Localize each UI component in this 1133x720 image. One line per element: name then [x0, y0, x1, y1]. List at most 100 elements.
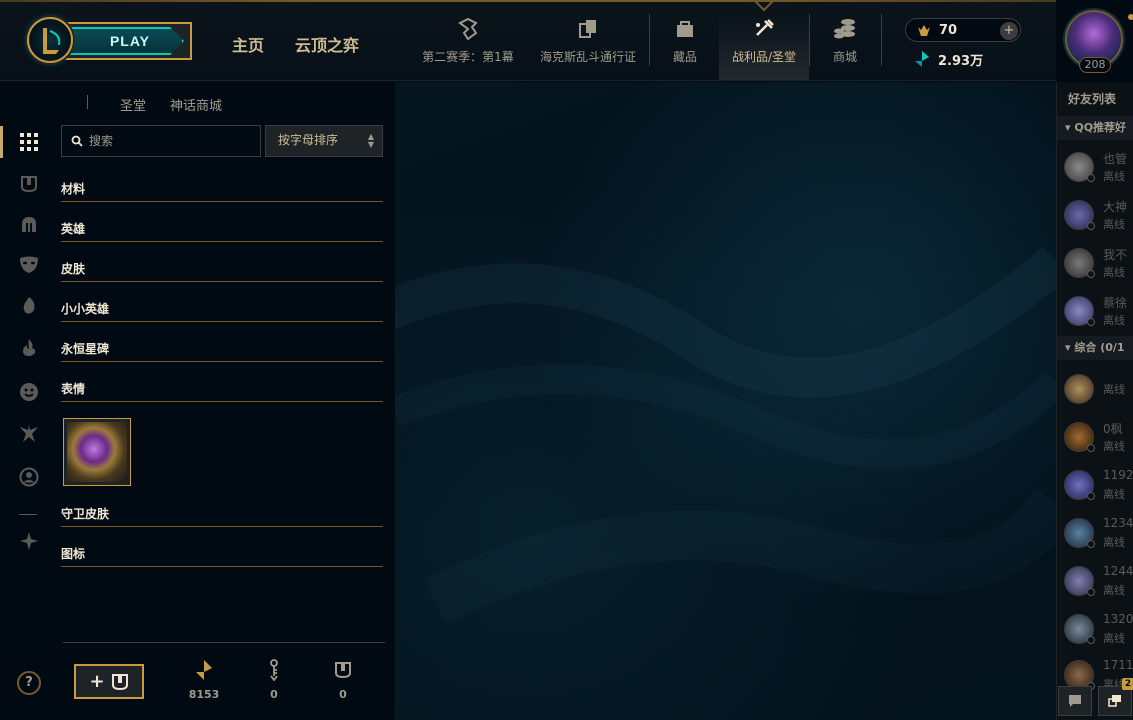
- category-label: 材料: [61, 182, 86, 196]
- offline-status-icon: [1087, 318, 1095, 326]
- tab-mythic-shop[interactable]: 神话商城: [170, 95, 222, 114]
- category-icons[interactable]: 图标: [61, 545, 383, 567]
- tab-sanctum[interactable]: 圣堂: [120, 95, 146, 114]
- rail-divider: [19, 514, 37, 515]
- friends-sidebar: 好友列表 ▾ QQ推荐好 也管 离线 大神 离线 我不 离线 蔡徐 离线 ▾ 综…: [1056, 82, 1133, 720]
- offline-status-icon: [1087, 174, 1095, 182]
- profile-avatar[interactable]: 208: [1063, 8, 1127, 74]
- friend-entry[interactable]: 1320 离线: [1064, 610, 1133, 650]
- help-button[interactable]: ?: [17, 671, 41, 695]
- friend-entry[interactable]: 1244 离线: [1064, 562, 1133, 602]
- offline-status-icon: [1087, 492, 1095, 500]
- emote-artwork: [67, 422, 127, 482]
- footer-divider: [63, 642, 385, 643]
- nav-collection[interactable]: 藏品: [660, 14, 710, 80]
- nav-event-pass[interactable]: 海克斯乱斗通行证: [537, 14, 639, 80]
- chest-icon: [323, 658, 363, 682]
- filter-wards-button[interactable]: [17, 422, 41, 446]
- chat-button[interactable]: [1058, 686, 1092, 716]
- category-emotes[interactable]: 表情: [61, 380, 383, 402]
- buy-riot-points-button[interactable]: +: [1000, 22, 1018, 40]
- riot-points-box[interactable]: 70 +: [905, 18, 1021, 42]
- smoke-swirl-decoration: [395, 246, 1056, 625]
- category-label: 表情: [61, 382, 86, 396]
- category-materials[interactable]: 材料: [61, 180, 383, 202]
- friend-group-general[interactable]: ▾ 综合 (0/1: [1057, 336, 1133, 360]
- friends-list-title: 好友列表: [1068, 92, 1117, 106]
- friend-group-qq[interactable]: ▾ QQ推荐好: [1057, 116, 1133, 140]
- tab-separator: [87, 95, 88, 109]
- filter-little-legends-button[interactable]: [17, 294, 41, 318]
- flame-icon: [23, 339, 36, 356]
- chest-icon: [111, 673, 128, 690]
- top-navigation-bar: PLAY 主页 云顶之弈 第二赛季：第1幕 海克斯乱斗通行证 藏品 战利品/圣堂: [0, 0, 1133, 81]
- nav-separator: [881, 14, 882, 66]
- active-tab-indicator-icon: [754, 0, 774, 12]
- friend-entry[interactable]: 0枫 离线: [1064, 418, 1133, 458]
- nav-season-pass-label: 第二赛季：第1幕: [422, 50, 514, 64]
- category-label: 图标: [61, 547, 86, 561]
- unread-count-badge: 2: [1122, 678, 1133, 690]
- friend-avatar: [1064, 374, 1094, 404]
- nav-home[interactable]: 主页: [232, 32, 264, 56]
- friend-status: 离线: [1103, 266, 1125, 279]
- friend-status: 离线: [1103, 218, 1125, 231]
- filter-eternals-button[interactable]: [17, 335, 41, 359]
- filter-skins-button[interactable]: [17, 253, 41, 277]
- friend-entry[interactable]: 大神 离线: [1064, 196, 1133, 236]
- background-art: [395, 82, 1056, 720]
- category-champions[interactable]: 英雄: [61, 220, 383, 242]
- filter-chests-button[interactable]: [17, 172, 41, 196]
- sort-dropdown[interactable]: 按字母排序 ▲ ▼: [265, 125, 383, 157]
- chest-icon: [21, 176, 37, 193]
- friend-entry[interactable]: 离线: [1064, 370, 1133, 410]
- loot-panel: 合成 圣堂 神话商城 按字母排序 ▲▼ 材料 英雄 皮肤 小小英雄 永恒星碑 表…: [0, 82, 395, 720]
- chest-value: 0: [339, 688, 347, 701]
- grid-icon: [20, 133, 38, 151]
- friend-entry[interactable]: 我不 离线: [1064, 244, 1133, 284]
- friend-group-label: QQ推荐好: [1074, 121, 1127, 134]
- search-field[interactable]: [61, 125, 261, 157]
- friend-status: 离线: [1103, 536, 1125, 549]
- play-button[interactable]: PLAY: [56, 22, 192, 60]
- filter-champions-button[interactable]: [17, 213, 41, 237]
- category-filter-rail: ?: [0, 82, 58, 720]
- friend-entry[interactable]: 也管 离线: [1064, 148, 1133, 188]
- key-value: 0: [270, 688, 278, 701]
- nav-store[interactable]: 商城: [820, 14, 870, 80]
- filter-misc-button[interactable]: [17, 529, 41, 553]
- friend-entry[interactable]: 1234 离线: [1064, 514, 1133, 554]
- category-label: 皮肤: [61, 262, 86, 276]
- profile-icon: [19, 467, 39, 487]
- craft-chest-button[interactable]: +: [74, 664, 144, 699]
- filter-all-button[interactable]: [0, 126, 41, 158]
- friend-group-label: 综合 (0/1: [1074, 341, 1125, 354]
- filter-icons-button[interactable]: [17, 465, 41, 489]
- category-skins[interactable]: 皮肤: [61, 260, 383, 282]
- smiley-icon: [20, 383, 38, 401]
- category-eternals[interactable]: 永恒星碑: [61, 340, 383, 362]
- friend-entry[interactable]: 蔡徐 离线: [1064, 292, 1133, 332]
- emblem-icon: [20, 532, 38, 550]
- category-ward-skins[interactable]: 守卫皮肤: [61, 505, 383, 527]
- emote-loot-item[interactable]: [63, 418, 131, 486]
- nav-season-pass[interactable]: 第二赛季：第1幕: [420, 14, 516, 80]
- category-little-legends[interactable]: 小小英雄: [61, 300, 383, 322]
- league-logo-icon[interactable]: [27, 17, 73, 63]
- search-input[interactable]: [89, 134, 249, 148]
- friend-status: 离线: [1103, 488, 1125, 501]
- blue-essence-icon: [915, 51, 929, 67]
- ward-icon: [20, 425, 38, 442]
- friend-entry[interactable]: 1192 离线: [1064, 466, 1133, 506]
- category-label: 守卫皮肤: [61, 507, 110, 521]
- friend-status: 离线: [1103, 584, 1125, 597]
- nav-loot-label: 战利品/圣堂: [731, 50, 797, 64]
- orange-essence-counter: 8153: [184, 658, 224, 701]
- friend-name: 1320: [1103, 612, 1133, 626]
- nav-tft[interactable]: 云顶之弈: [295, 32, 359, 56]
- offline-status-icon: [1087, 222, 1095, 230]
- filter-emotes-button[interactable]: [17, 380, 41, 404]
- nav-loot[interactable]: 战利品/圣堂: [719, 0, 809, 80]
- chat-bubble-icon: [1069, 695, 1081, 707]
- chat-panel-button[interactable]: [1098, 686, 1132, 716]
